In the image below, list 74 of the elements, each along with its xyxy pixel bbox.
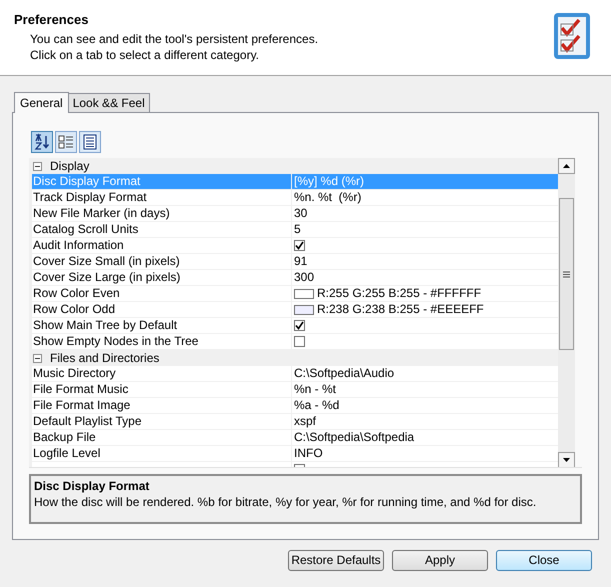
property-name: Backup File — [33, 430, 96, 444]
tab[interactable]: General — [14, 92, 69, 113]
property-row[interactable]: Show Empty Nodes in the Tree — [29, 334, 558, 350]
property-name: Cover Size Small (in pixels) — [33, 254, 180, 268]
property-name: File Format Image — [33, 398, 130, 412]
property-name: Row Color Odd — [33, 302, 116, 316]
property-value: R:255 G:255 B:255 - #FFFFFF — [317, 286, 482, 301]
list-icon[interactable] — [79, 131, 101, 153]
property-row[interactable]: Row Color Odd R:238 G:238 B:255 - #EEEEFF — [29, 302, 558, 318]
property-value: 300 — [294, 270, 314, 285]
scroll-down-button[interactable] — [558, 452, 575, 467]
property-name: Cover Size Large (in pixels) — [33, 270, 180, 284]
checkbox[interactable] — [294, 320, 305, 331]
property-row[interactable]: Catalog Scroll Units 5 — [29, 222, 558, 238]
categorized-icon[interactable] — [55, 131, 77, 153]
property-name: Catalog Scroll Units — [33, 222, 138, 236]
property-name: Show Empty Nodes in the Tree — [33, 334, 198, 348]
property-value: [%y] %d (%r) — [294, 174, 364, 189]
down-arrow-icon — [563, 458, 570, 462]
dialog-title: Preferences — [14, 12, 90, 28]
property-value: 5 — [294, 222, 301, 237]
property-row[interactable]: Cover Size Large (in pixels) 300 — [29, 270, 558, 286]
checklist-icon — [553, 12, 591, 60]
property-row[interactable]: Backup File C:\Softpedia\Softpedia — [29, 430, 558, 446]
category-label: Files and Directories — [50, 350, 160, 366]
collapse-icon[interactable] — [33, 354, 42, 362]
property-value: %n - %t — [294, 382, 336, 397]
property-row[interactable]: File Format Image %a - %d — [29, 398, 558, 414]
property-name: Audit Information — [33, 238, 124, 252]
property-name: Row Color Even — [33, 286, 120, 300]
scrollbar[interactable] — [558, 158, 575, 467]
property-name: Track Display Format — [33, 190, 147, 204]
collapse-icon[interactable] — [33, 162, 42, 170]
property-row[interactable]: Row Color Even R:255 G:255 B:255 - #FFFFFF — [29, 286, 558, 302]
header-description: You can see and edit the tool's persistent preferences. — [29, 31, 318, 47]
checkbox[interactable] — [294, 240, 305, 251]
property-value: 30 — [294, 206, 308, 221]
property-name: Default Playlist Type — [33, 414, 142, 428]
property-name: New File Marker (in days) — [33, 206, 170, 220]
category-label: Display — [50, 158, 90, 174]
property-row[interactable]: Cover Size Small (in pixels) 91 — [29, 254, 558, 270]
property-value: C:\Softpedia\Softpedia — [294, 430, 414, 445]
tab[interactable]: Look && Feel — [68, 93, 150, 112]
property-value: %a - %d — [294, 398, 340, 413]
property-row[interactable]: Track Display Format %n. %t (%r) — [29, 190, 558, 206]
property-value: C:\Softpedia\Audio — [294, 366, 394, 381]
property-value: INFO — [294, 446, 323, 461]
property-value: xspf — [294, 414, 316, 429]
property-row[interactable]: File Format Music %n - %t — [29, 382, 558, 398]
property-name: Disc Display Format — [33, 174, 140, 188]
header-description: Click on a tab to select a different category. — [29, 47, 260, 63]
description-text: How the disc will be rendered. %b for bitrate, %y for year, %r for running time, and %d for disc. — [34, 494, 538, 510]
property-name: File Format Music — [33, 382, 128, 396]
property-name: Music Directory — [33, 366, 116, 380]
property-row[interactable]: Default Playlist Type xspf — [29, 414, 558, 430]
scroll-up-button[interactable] — [558, 158, 575, 174]
property-value: %n. %t (%r) — [294, 190, 362, 205]
property-value: R:238 G:238 B:255 - #EEEEFF — [317, 302, 484, 317]
checkbox[interactable] — [294, 336, 305, 347]
property-row[interactable]: Audit Information — [29, 238, 558, 254]
property-row[interactable]: Music Directory C:\Softpedia\Audio — [29, 366, 558, 382]
property-row[interactable]: New File Marker (in days) 30 — [29, 206, 558, 222]
property-row[interactable]: Logfile Level INFO — [29, 446, 558, 462]
property-name: Show Main Tree by Default — [33, 318, 178, 332]
property-value: 91 — [294, 254, 308, 269]
dialog-button[interactable]: Restore Defaults — [288, 550, 384, 571]
property-name: Logfile Level — [33, 446, 100, 460]
description-title: Disc Display Format — [34, 479, 150, 494]
dialog-button[interactable]: Close — [496, 550, 592, 571]
dialog-button[interactable]: Apply — [392, 550, 488, 571]
scroll-thumb[interactable] — [559, 198, 574, 350]
sort-icon[interactable] — [31, 131, 53, 153]
up-arrow-icon — [563, 164, 570, 168]
property-row[interactable]: Show Main Tree by Default — [29, 318, 558, 334]
